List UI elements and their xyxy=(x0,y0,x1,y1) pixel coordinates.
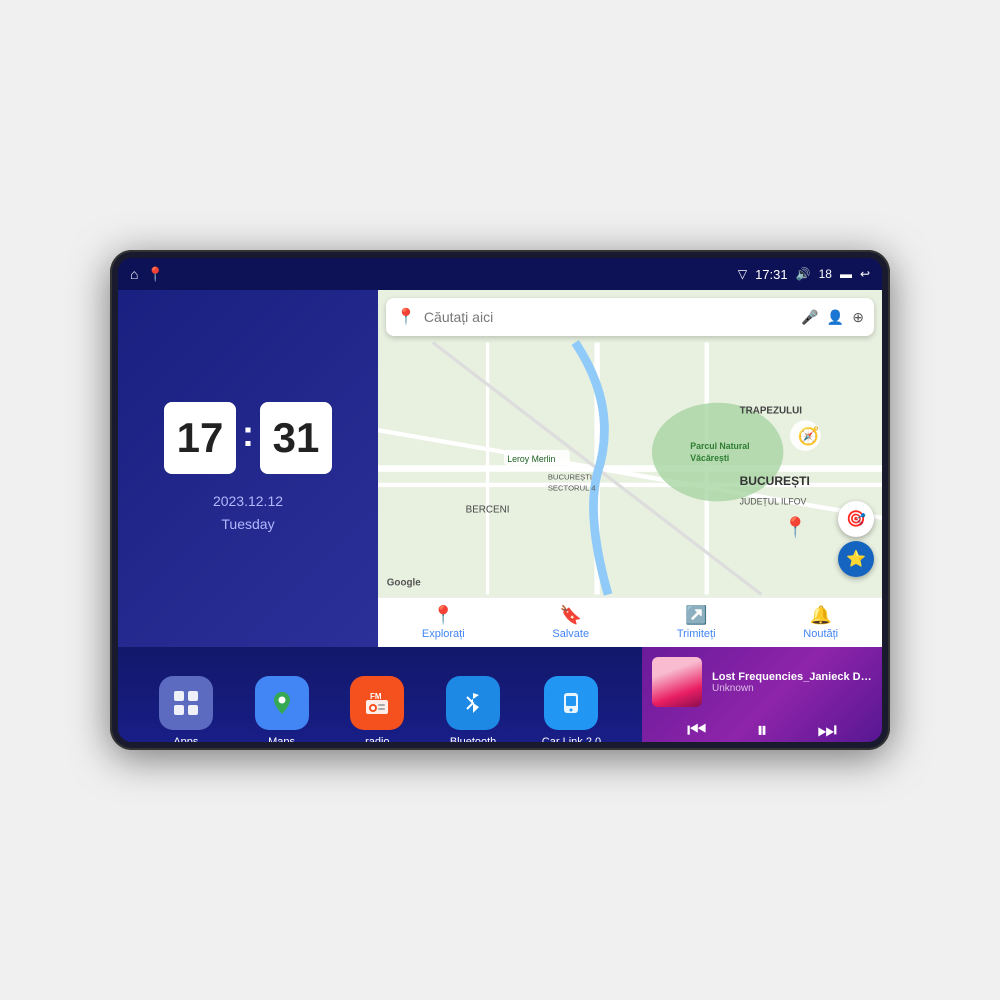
svg-text:BERCENI: BERCENI xyxy=(466,504,510,515)
apps-label: Apps xyxy=(173,736,198,742)
svg-text:🧭: 🧭 xyxy=(798,426,820,446)
main-content: 17 : 31 2023.12.12 Tuesday 📍 Căutați aic… xyxy=(118,290,882,742)
svg-text:BUCUREȘTI: BUCUREȘTI xyxy=(740,474,810,488)
battery-icon: ▬ xyxy=(840,267,852,281)
svg-text:Leroy Merlin: Leroy Merlin xyxy=(507,454,555,464)
app-item-apps[interactable]: Apps xyxy=(159,676,213,742)
bottom-row: Apps Maps xyxy=(118,647,882,742)
google-maps-icon: 📍 xyxy=(396,307,416,327)
home-icon[interactable]: ⌂ xyxy=(130,266,138,282)
svg-text:Google: Google xyxy=(387,578,421,589)
map-panel[interactable]: 📍 Căutați aici 🎤 👤 ⊕ xyxy=(378,290,882,647)
svg-text:Parcul Natural: Parcul Natural xyxy=(690,441,749,451)
map-search-bar[interactable]: 📍 Căutați aici 🎤 👤 ⊕ xyxy=(386,298,874,336)
maps-status-icon[interactable]: 📍 xyxy=(146,266,163,283)
map-share-tab[interactable]: ↗️ Trimiteți xyxy=(677,605,716,640)
music-play-pause-button[interactable]: ⏸ xyxy=(756,719,767,741)
clock-panel: 17 : 31 2023.12.12 Tuesday xyxy=(118,290,378,647)
layers-icon[interactable]: ⊕ xyxy=(852,309,864,326)
map-news-tab[interactable]: 🔔 Noutăți xyxy=(803,605,838,640)
map-location-fab[interactable]: 🎯 xyxy=(838,501,874,537)
status-time: 17:31 xyxy=(755,267,788,282)
apps-icon xyxy=(159,676,213,730)
svg-text:Văcărești: Văcărești xyxy=(690,453,729,463)
svg-text:JUDEȚUL ILFOV: JUDEȚUL ILFOV xyxy=(740,497,807,507)
music-artist: Unknown xyxy=(712,683,872,694)
svg-text:FM: FM xyxy=(370,692,382,701)
saved-label: Salvate xyxy=(552,628,589,640)
map-search-placeholder[interactable]: Căutați aici xyxy=(424,309,793,325)
account-icon[interactable]: 👤 xyxy=(827,309,844,326)
map-bottom-bar: 📍 Explorați 🔖 Salvate ↗️ Trimiteți � xyxy=(378,597,882,647)
news-icon: 🔔 xyxy=(809,605,831,626)
back-icon[interactable]: ↩ xyxy=(860,267,870,281)
share-icon: ↗️ xyxy=(685,605,707,626)
status-left-icons: ⌂ 📍 xyxy=(130,266,164,283)
carlink-icon xyxy=(544,676,598,730)
saved-icon: 🔖 xyxy=(560,605,582,626)
music-thumbnail xyxy=(652,657,702,707)
carlink-label: Car Link 2.0 xyxy=(542,736,601,742)
bluetooth-icon xyxy=(446,676,500,730)
maps-label: Maps xyxy=(268,736,295,742)
volume-level: 18 xyxy=(819,267,832,281)
device-screen: ⌂ 📍 ▽ 17:31 🔊 18 ▬ ↩ 17 : xyxy=(118,258,882,742)
music-info: Lost Frequencies_Janieck Devy-... Unknow… xyxy=(652,657,872,707)
map-search-actions: 🎤 👤 ⊕ xyxy=(801,309,864,326)
clock-hour: 17 xyxy=(164,402,236,474)
clock-date-value: 2023.12.12 xyxy=(213,490,283,512)
apps-bar: Apps Maps xyxy=(118,647,642,742)
clock-colon: : xyxy=(242,413,254,455)
music-controls: ⏮ ⏸ ⏭ xyxy=(652,715,872,742)
radio-icon: FM xyxy=(350,676,404,730)
music-next-button[interactable]: ⏭ xyxy=(817,719,837,741)
map-navigate-fab[interactable]: ⭐ xyxy=(838,541,874,577)
music-prev-button[interactable]: ⏮ xyxy=(687,719,707,741)
svg-text:📍: 📍 xyxy=(783,516,808,539)
app-item-bluetooth[interactable]: Bluetooth xyxy=(446,676,500,742)
news-label: Noutăți xyxy=(803,628,838,640)
radio-label: radio xyxy=(365,736,389,742)
top-row: 17 : 31 2023.12.12 Tuesday 📍 Căutați aic… xyxy=(118,290,882,647)
volume-icon: 🔊 xyxy=(796,267,811,281)
share-label: Trimiteți xyxy=(677,628,716,640)
clock-day: Tuesday xyxy=(213,513,283,535)
music-panel: Lost Frequencies_Janieck Devy-... Unknow… xyxy=(642,647,882,742)
clock-minute: 31 xyxy=(260,402,332,474)
clock-display: 17 : 31 xyxy=(164,402,332,474)
app-item-radio[interactable]: FM radio xyxy=(350,676,404,742)
status-bar: ⌂ 📍 ▽ 17:31 🔊 18 ▬ ↩ xyxy=(118,258,882,290)
signal-icon: ▽ xyxy=(738,267,747,281)
maps-icon xyxy=(255,676,309,730)
explore-label: Explorați xyxy=(422,628,465,640)
music-title: Lost Frequencies_Janieck Devy-... xyxy=(712,671,872,683)
svg-text:BUCUREȘTI: BUCUREȘTI xyxy=(548,472,592,481)
car-infotainment-device: ⌂ 📍 ▽ 17:31 🔊 18 ▬ ↩ 17 : xyxy=(110,250,890,750)
app-item-maps[interactable]: Maps xyxy=(255,676,309,742)
map-explore-tab[interactable]: 📍 Explorați xyxy=(422,605,465,640)
svg-text:TRAPEZULUI: TRAPEZULUI xyxy=(740,406,803,417)
bluetooth-label: Bluetooth xyxy=(450,736,496,742)
music-text: Lost Frequencies_Janieck Devy-... Unknow… xyxy=(712,671,872,694)
voice-search-icon[interactable]: 🎤 xyxy=(801,309,818,326)
map-body[interactable]: Parcul Natural Văcărești TRAPEZULUI BUCU… xyxy=(378,340,882,597)
app-item-carlink[interactable]: Car Link 2.0 xyxy=(542,676,601,742)
map-saved-tab[interactable]: 🔖 Salvate xyxy=(552,605,589,640)
status-right-info: ▽ 17:31 🔊 18 ▬ ↩ xyxy=(738,267,870,282)
clock-date: 2023.12.12 Tuesday xyxy=(213,490,283,535)
svg-text:SECTORUL 4: SECTORUL 4 xyxy=(548,483,596,492)
explore-icon: 📍 xyxy=(432,605,454,626)
